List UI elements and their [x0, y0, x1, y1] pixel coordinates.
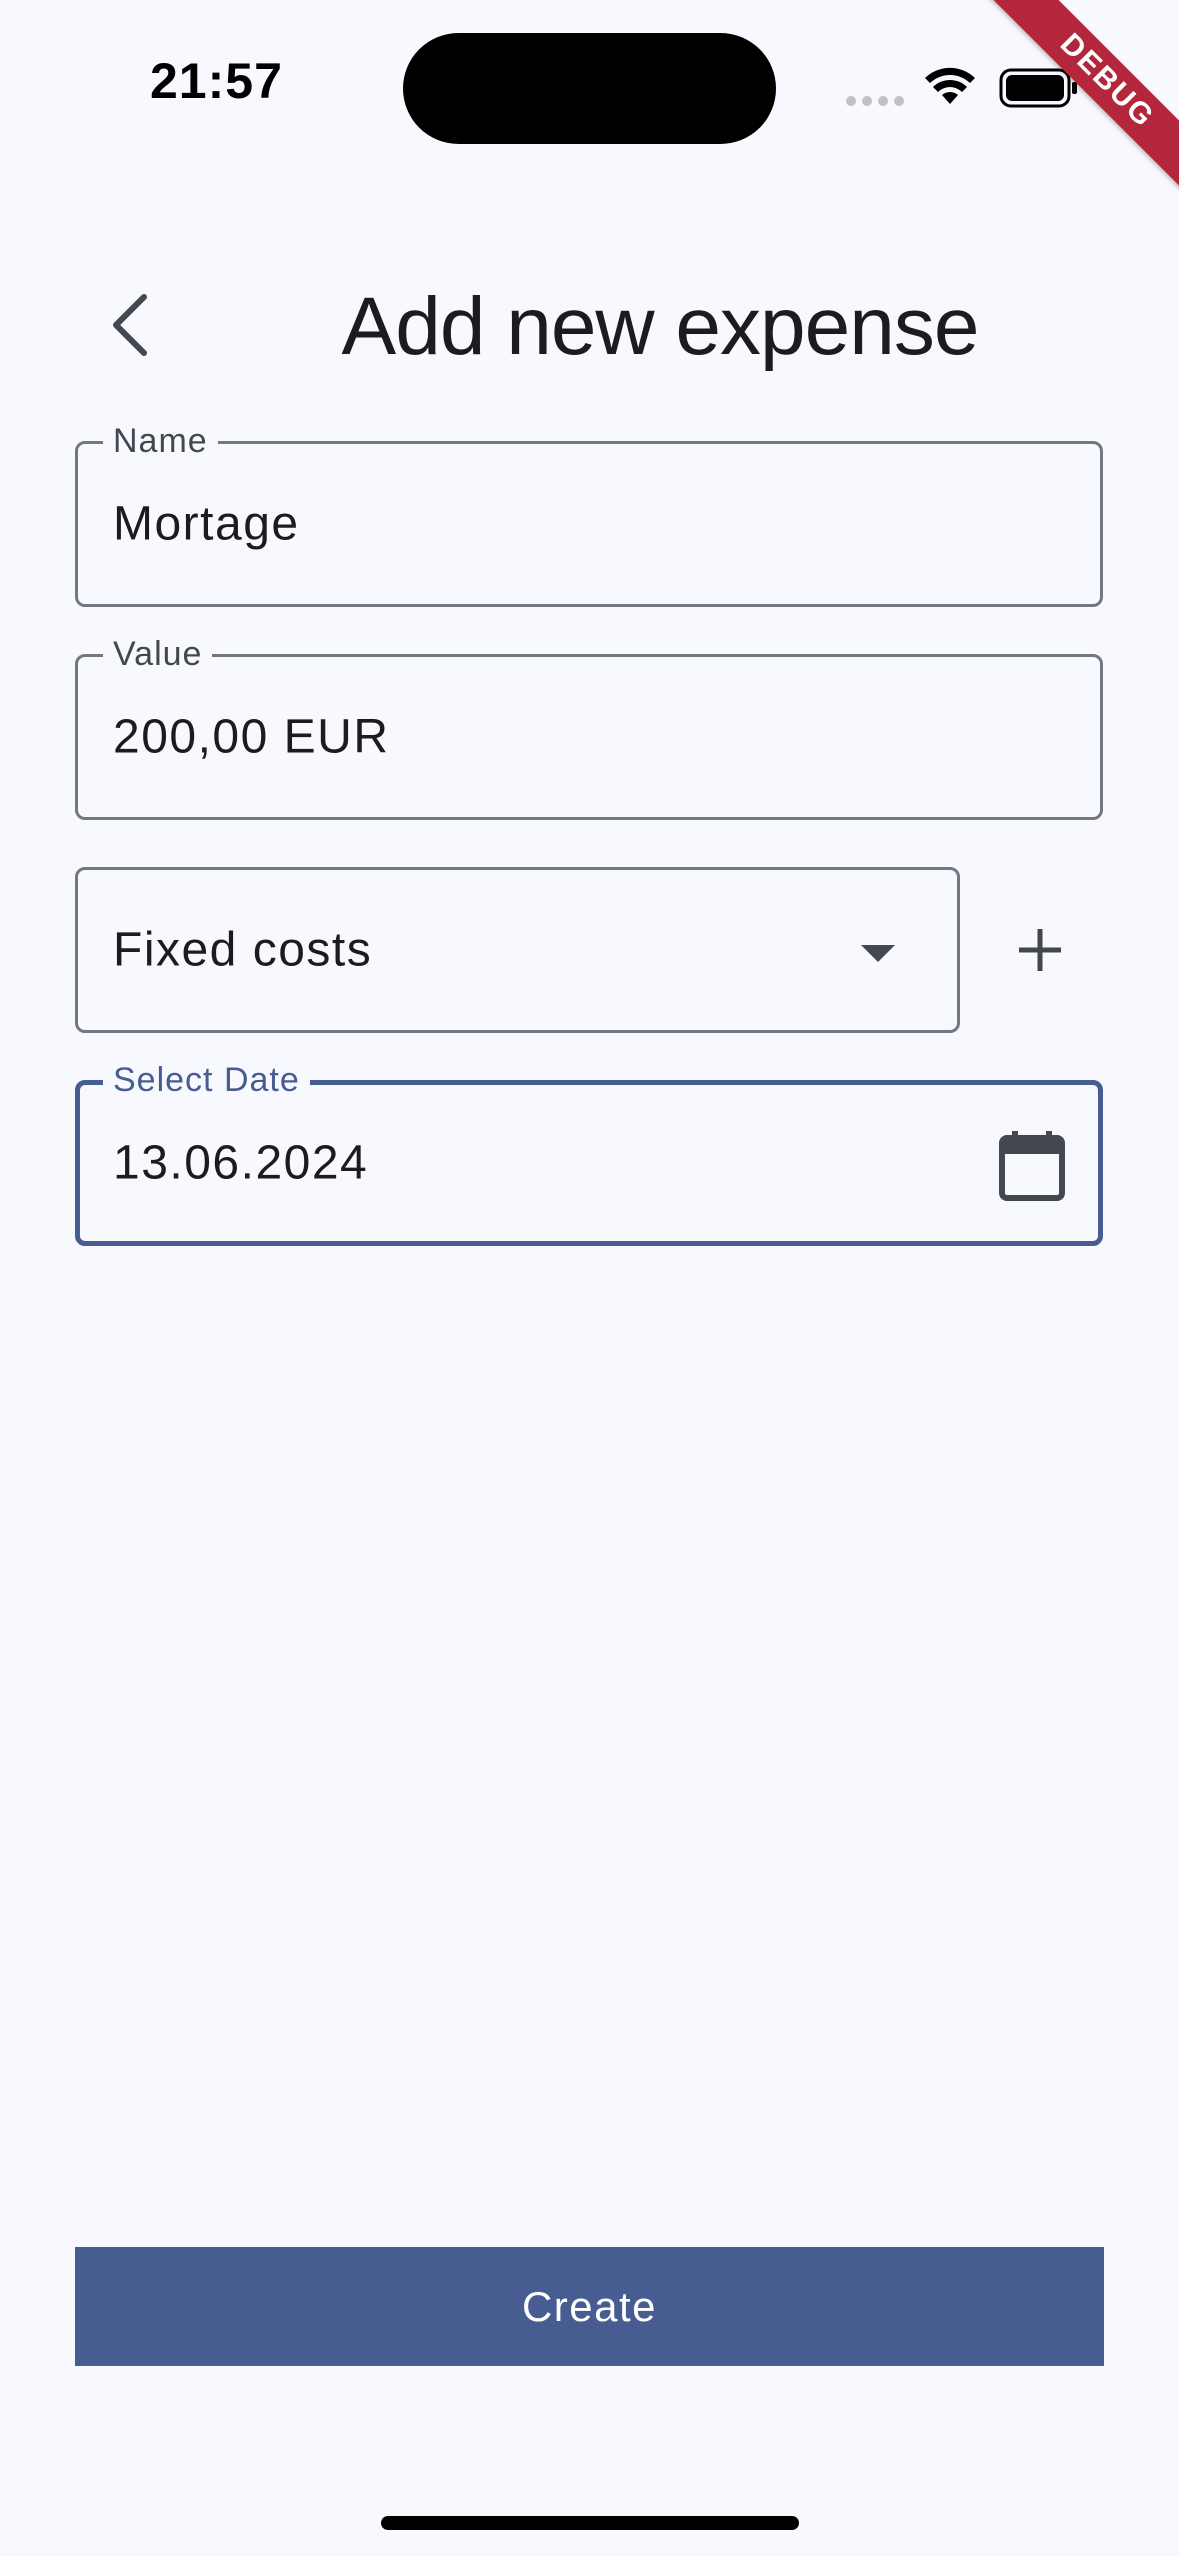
- value-field-label: Value: [103, 633, 213, 675]
- name-field-label: Name: [103, 420, 218, 462]
- dropdown-arrow-icon: [861, 945, 895, 962]
- debug-banner: DEBUG: [959, 0, 1179, 220]
- cellular-dots-icon: [846, 96, 904, 106]
- value-input[interactable]: [113, 709, 963, 765]
- date-input[interactable]: [113, 1135, 963, 1191]
- back-button[interactable]: [90, 270, 170, 380]
- chevron-left-icon: [113, 294, 147, 356]
- value-field[interactable]: Value: [75, 633, 1103, 820]
- name-field[interactable]: Name: [75, 420, 1103, 607]
- home-indicator: [381, 2516, 799, 2530]
- category-dropdown[interactable]: Fixed costs: [75, 867, 960, 1033]
- name-input[interactable]: [113, 496, 963, 552]
- create-button[interactable]: Create: [75, 2247, 1104, 2366]
- calendar-icon[interactable]: [998, 1129, 1066, 1201]
- dynamic-island: [403, 33, 776, 144]
- page-title: Add new expense: [341, 281, 980, 372]
- debug-banner-label: DEBUG: [984, 0, 1179, 204]
- add-category-button[interactable]: [990, 900, 1090, 1000]
- plus-icon: [1019, 929, 1061, 971]
- date-field-label: Select Date: [103, 1059, 310, 1101]
- category-selected-value: Fixed costs: [113, 923, 373, 977]
- date-field[interactable]: Select Date: [75, 1059, 1103, 1246]
- status-time: 21:57: [150, 53, 283, 109]
